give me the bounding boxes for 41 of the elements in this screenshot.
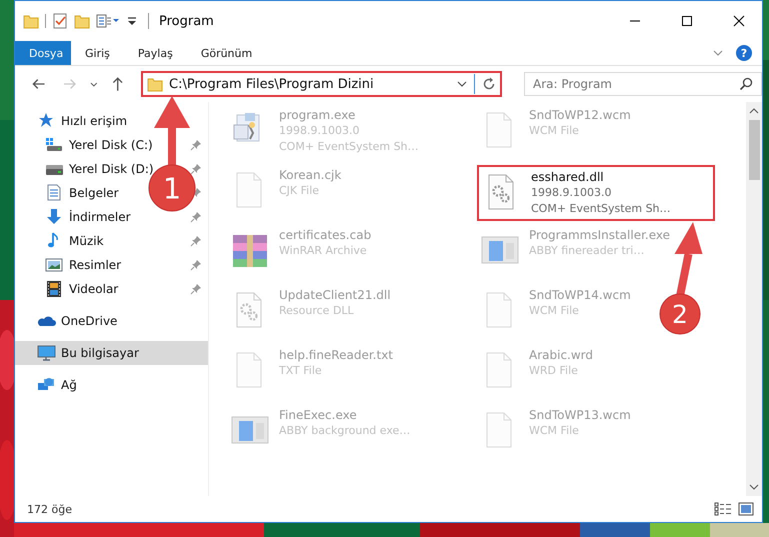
search-icon[interactable] [739, 77, 754, 91]
scroll-up-icon[interactable] [749, 107, 759, 115]
sidebar-item[interactable]: Ağ [15, 373, 83, 397]
file-tab[interactable]: Dosya [15, 41, 71, 65]
download-icon [45, 208, 64, 226]
scrollbar[interactable] [746, 102, 762, 496]
sidebar-item[interactable]: Belgeler [15, 181, 125, 205]
ribbon-tab[interactable]: Paylaş [124, 41, 187, 65]
tiles-view-icon[interactable] [738, 502, 754, 516]
computer-icon [37, 344, 56, 362]
back-arrow-icon[interactable] [31, 76, 46, 92]
properties-icon[interactable] [96, 13, 120, 29]
sidebar-item[interactable]: Yerel Disk (C:) [15, 133, 159, 157]
checklist-icon[interactable] [52, 13, 68, 29]
folder-icon [147, 76, 164, 92]
sidebar-item[interactable]: Müzik [15, 229, 110, 253]
file-item[interactable]: esshared.dll 1998.9.1003.0 COM+ EventSystem Sh… [477, 165, 715, 221]
sidebar-item[interactable]: Resimler [15, 253, 128, 277]
ribbon-tab[interactable]: Görünüm [186, 41, 266, 65]
sidebar-item[interactable]: Bu bilgisayar [15, 341, 208, 365]
step-badge: 2 [660, 294, 700, 334]
close-icon[interactable] [733, 15, 745, 27]
window-title: Program [159, 14, 214, 28]
item-count: 172 öğe [27, 502, 72, 516]
search-field[interactable]: Ara: Program [524, 72, 762, 96]
sidebar-item[interactable]: Videolar [15, 277, 124, 301]
picture-icon [45, 256, 64, 274]
sidebar-item[interactable]: OneDrive [15, 309, 124, 333]
scroll-thumb[interactable] [748, 120, 760, 180]
film-icon [45, 280, 64, 298]
drive-icon [45, 136, 64, 154]
minimize-icon[interactable] [629, 20, 641, 22]
sidebar-item[interactable]: Hızlı erişim [15, 109, 134, 133]
maximize-icon[interactable] [681, 15, 693, 27]
sidebar-item[interactable]: İndirmeler [15, 205, 137, 229]
sidebar-item[interactable]: Yerel Disk (D:) [15, 157, 160, 181]
help-button[interactable]: ? [736, 45, 752, 61]
details-view-icon[interactable] [714, 502, 732, 516]
address-bar[interactable]: C:\Program Files\Program Dizini [141, 71, 502, 97]
scroll-down-icon[interactable] [749, 483, 759, 491]
ribbon-tab[interactable]: Giriş [71, 41, 124, 65]
